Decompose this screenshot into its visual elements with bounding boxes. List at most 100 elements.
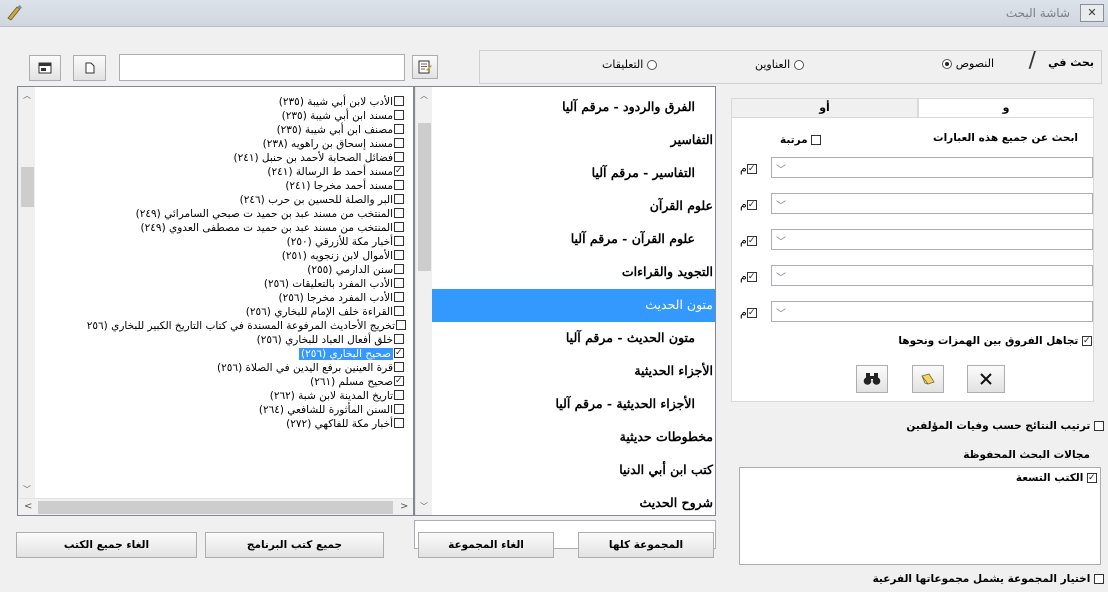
all-group-button[interactable]: المجموعة كلها xyxy=(578,532,714,558)
new-button[interactable] xyxy=(73,55,106,81)
book-item[interactable]: خلق أفعال العباد للبخاري (٢٥٦) xyxy=(257,333,404,347)
book-checkbox[interactable] xyxy=(396,320,406,330)
chevron-down-icon[interactable]: ﹀ xyxy=(776,161,786,176)
category-item[interactable]: الأجزاء الحديثية xyxy=(432,355,715,388)
scroll-up-icon[interactable]: ︿ xyxy=(420,90,428,101)
ordered-checkbox[interactable] xyxy=(811,135,822,145)
ignore-hamza-checkbox[interactable] xyxy=(1082,336,1092,346)
scroll-left-icon[interactable]: < xyxy=(24,501,32,512)
scroll-right-icon[interactable]: > xyxy=(400,501,408,512)
phrase-input-5[interactable]: ﹀ xyxy=(771,301,1093,322)
phrase-row-3-checkbox[interactable] xyxy=(746,236,757,246)
search-button[interactable] xyxy=(856,365,888,393)
scroll-down-icon[interactable]: ﹀ xyxy=(23,484,31,495)
saved-areas-list[interactable]: الكتب التسعة xyxy=(739,467,1101,565)
phrase-input-4[interactable]: ﹀ xyxy=(771,265,1093,286)
book-item[interactable]: سنن الدارمي (٢٥٥) xyxy=(307,263,404,277)
book-item[interactable]: الأدب المفرد بالتعليقات (٢٥٦) xyxy=(264,277,404,291)
category-item[interactable]: التفاسير - مرقم آليا xyxy=(432,157,715,190)
window-button[interactable] xyxy=(29,55,61,81)
book-item[interactable]: أخبار مكة للفاكهي (٢٧٢) xyxy=(286,417,404,431)
category-item[interactable]: كتب ابن أبي الدنيا xyxy=(432,454,715,487)
book-item[interactable]: قرة العينين برفع اليدين في الصلاة (٢٥٦) xyxy=(217,361,404,375)
book-checkbox[interactable] xyxy=(394,390,404,400)
book-checkbox[interactable] xyxy=(394,208,404,218)
scroll-thumb[interactable] xyxy=(21,167,34,207)
subgroups-option[interactable]: اختيار المجموعة يشمل مجموعاتها الفرعية xyxy=(873,573,1104,585)
book-checkbox[interactable] xyxy=(394,166,404,176)
phrase-row-5-checkbox[interactable] xyxy=(746,308,757,318)
book-item[interactable]: الأدب لابن أبي شيبة (٢٣٥) xyxy=(279,95,404,109)
category-item[interactable]: علوم القرآن - مرقم آليا xyxy=(432,223,715,256)
book-item[interactable]: مسند ابن أبي شيبة (٢٣٥) xyxy=(282,109,404,123)
tab-or[interactable]: أو xyxy=(731,98,918,118)
book-item[interactable]: تخريج الأحاديث المرفوعة المسندة في كتاب … xyxy=(87,319,406,333)
chevron-down-icon[interactable]: ﹀ xyxy=(776,233,786,248)
category-item[interactable]: مخطوطات حديثية xyxy=(432,421,715,454)
book-item[interactable]: فضائل الصحابة لأحمد بن حنبل (٢٤١) xyxy=(233,151,404,165)
books-hscrollbar[interactable]: < > xyxy=(18,498,413,515)
ordered-option[interactable]: مرتبة xyxy=(780,134,822,146)
book-item[interactable]: مسند أحمد ط الرسالة (٢٤١) xyxy=(267,165,404,179)
phrase-input-3[interactable]: ﹀ xyxy=(771,229,1093,250)
book-checkbox[interactable] xyxy=(394,418,404,428)
scroll-thumb[interactable] xyxy=(418,123,431,271)
book-item[interactable]: البر والصلة للحسين بن حرب (٢٤٦) xyxy=(240,193,404,207)
book-checkbox[interactable] xyxy=(394,138,404,148)
book-checkbox[interactable] xyxy=(394,222,404,232)
phrase-row-4-checkbox[interactable] xyxy=(746,272,757,282)
book-item[interactable]: مسند إسحاق بن راهويه (٢٣٨) xyxy=(263,137,404,151)
ignore-hamza-option[interactable]: تجاهل الفروق بين الهمزات ونحوها xyxy=(898,335,1092,347)
sort-by-death-checkbox[interactable] xyxy=(1094,421,1104,431)
book-checkbox[interactable] xyxy=(394,348,404,358)
phrase-input-1[interactable]: ﹀ xyxy=(771,157,1093,178)
book-checkbox[interactable] xyxy=(394,306,404,316)
category-item[interactable]: متون الحديث - مرقم آليا xyxy=(432,322,715,355)
saved-area-item[interactable]: الكتب التسعة xyxy=(1016,472,1097,484)
chevron-down-icon[interactable]: ﹀ xyxy=(776,197,786,212)
book-item[interactable]: المنتخب من مسند عبد بن حميد ت صبحي السام… xyxy=(136,207,404,221)
book-item[interactable]: المنتخب من مسند عبد بن حميد ت مصطفى العد… xyxy=(141,221,404,235)
category-item[interactable]: شروح الحديث xyxy=(432,487,715,513)
subgroups-checkbox[interactable] xyxy=(1094,574,1104,584)
phrase-row-1-checkbox[interactable] xyxy=(746,164,757,174)
category-item[interactable]: علوم القرآن xyxy=(432,190,715,223)
book-checkbox[interactable] xyxy=(394,404,404,414)
category-item-selected[interactable]: متون الحديث xyxy=(432,289,715,322)
close-button[interactable] xyxy=(967,365,1005,393)
category-item[interactable]: الفرق والردود - مرقم آليا xyxy=(432,91,715,124)
book-checkbox[interactable] xyxy=(394,152,404,162)
scroll-up-icon[interactable]: ︿ xyxy=(23,90,31,101)
book-checkbox[interactable] xyxy=(394,180,404,190)
chevron-down-icon[interactable]: ﹀ xyxy=(776,305,786,320)
book-checkbox[interactable] xyxy=(394,334,404,344)
book-item[interactable]: مسند أحمد مخرجا (٢٤١) xyxy=(285,179,404,193)
book-item[interactable]: تاريخ المدينة لابن شبة (٢٦٢) xyxy=(270,389,404,403)
chevron-down-icon[interactable]: ﹀ xyxy=(776,269,786,284)
book-checkbox[interactable] xyxy=(394,250,404,260)
cancel-all-books-button[interactable]: الغاء جميع الكتب xyxy=(16,532,197,558)
scroll-thumb[interactable] xyxy=(38,501,393,514)
sort-by-death-option[interactable]: ترتيب النتائج حسب وفيات المؤلفين xyxy=(906,420,1104,432)
book-checkbox[interactable] xyxy=(394,362,404,372)
book-search-input[interactable] xyxy=(119,54,405,81)
category-item[interactable]: الأجزاء الحديثية - مرقم آليا xyxy=(432,388,715,421)
book-item[interactable]: أخبار مكة للأزرقي (٢٥٠) xyxy=(287,235,404,249)
cancel-group-button[interactable]: الغاء المجموعة xyxy=(418,532,554,558)
categories-scrollbar[interactable]: ︿ ﹀ xyxy=(415,87,432,515)
book-checkbox[interactable] xyxy=(394,124,404,134)
close-window-button[interactable]: ✕ xyxy=(1080,4,1104,22)
tab-and[interactable]: و xyxy=(918,98,1094,118)
book-checkbox[interactable] xyxy=(394,376,404,386)
book-item[interactable]: مصنف ابن أبي شيبة (٢٣٥) xyxy=(277,123,404,137)
book-checkbox[interactable] xyxy=(394,110,404,120)
book-item-selected[interactable]: صحيح البخاري (٢٥٦) xyxy=(299,347,404,361)
book-checkbox[interactable] xyxy=(394,264,404,274)
all-program-books-button[interactable]: جميع كتب البرنامج xyxy=(205,532,384,558)
saved-area-checkbox[interactable] xyxy=(1087,473,1097,483)
phrase-input-2[interactable]: ﹀ xyxy=(771,193,1093,214)
book-item[interactable]: السنن المأثورة للشافعي (٢٦٤) xyxy=(259,403,404,417)
book-checkbox[interactable] xyxy=(394,278,404,288)
book-item[interactable]: القراءة خلف الإمام للبخاري (٢٥٦) xyxy=(246,305,404,319)
book-checkbox[interactable] xyxy=(394,96,404,106)
